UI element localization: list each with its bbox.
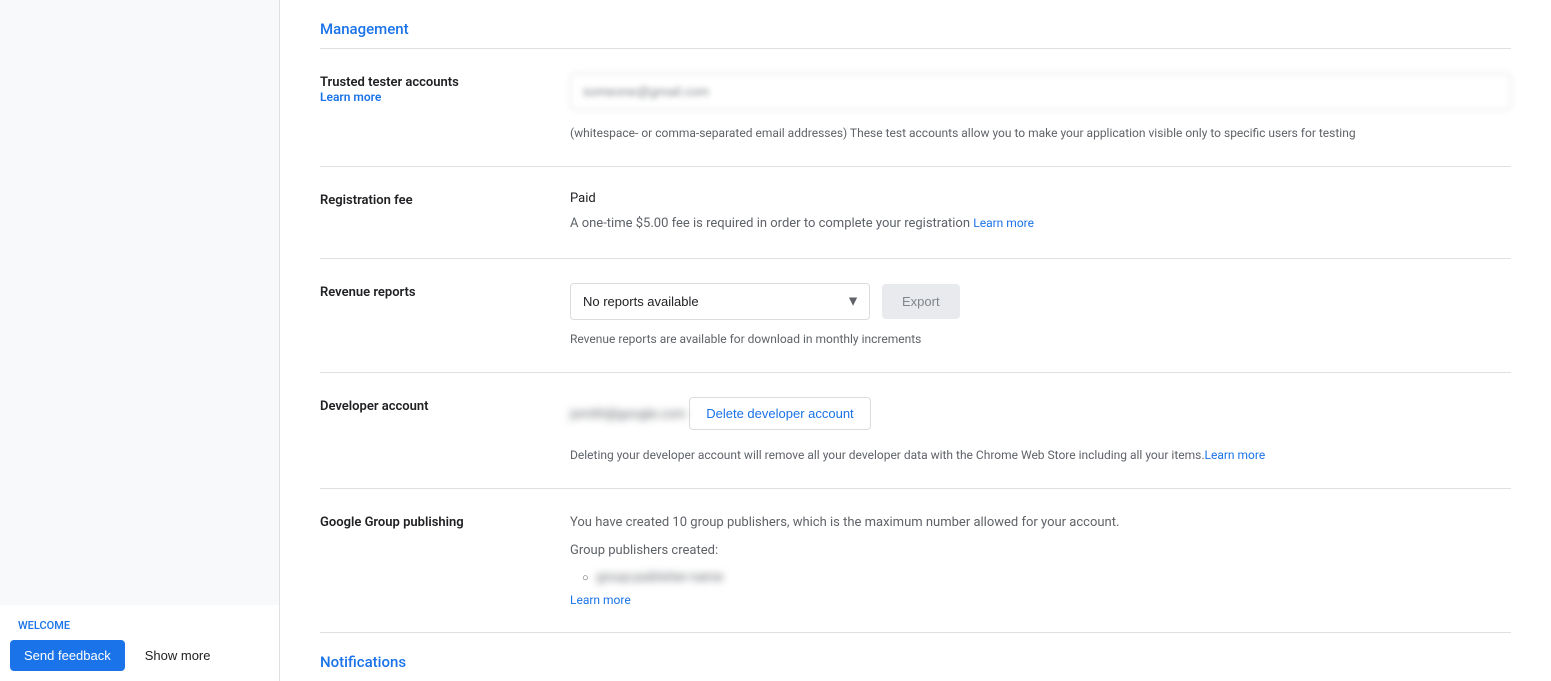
- revenue-reports-helper: Revenue reports are available for downlo…: [570, 330, 1511, 348]
- group-publishing-learn-more-link[interactable]: Learn more: [570, 593, 631, 607]
- group-publishing-description2: Group publishers created:: [570, 541, 1511, 562]
- management-section-title: Management: [320, 0, 1511, 49]
- revenue-reports-content: No reports available ▼ Export Revenue re…: [570, 283, 1511, 348]
- delete-developer-account-button[interactable]: Delete developer account: [689, 397, 870, 430]
- trusted-tester-content: (whitespace- or comma-separated email ad…: [570, 73, 1511, 142]
- trusted-tester-label: Trusted tester accounts Learn more: [320, 73, 570, 105]
- trusted-tester-row: Trusted tester accounts Learn more (whit…: [320, 49, 1511, 167]
- revenue-controls: No reports available ▼ Export: [570, 283, 1511, 320]
- welcome-label: WELCOME: [10, 615, 269, 636]
- registration-fee-learn-more-link[interactable]: Learn more: [973, 216, 1034, 230]
- main-content: Management Trusted tester accounts Learn…: [280, 0, 1551, 681]
- sidebar: WELCOME Send feedback Show more: [0, 0, 280, 681]
- send-feedback-button[interactable]: Send feedback: [10, 640, 125, 671]
- trusted-tester-helper: (whitespace- or comma-separated email ad…: [570, 124, 1511, 142]
- registration-fee-label: Registration fee: [320, 191, 570, 208]
- developer-account-learn-more-link[interactable]: Learn more: [1205, 448, 1266, 462]
- registration-fee-row: Registration fee Paid A one-time $5.00 f…: [320, 167, 1511, 259]
- revenue-reports-select[interactable]: No reports available: [570, 283, 870, 320]
- google-group-publishing-label: Google Group publishing: [320, 513, 570, 530]
- group-name-blurred: group-publisher-name: [597, 570, 723, 585]
- developer-account-description: Deleting your developer account will rem…: [570, 446, 1511, 464]
- google-group-publishing-row: Google Group publishing You have created…: [320, 489, 1511, 634]
- list-item: group-publisher-name: [582, 570, 1511, 585]
- registration-fee-content: Paid A one-time $5.00 fee is required in…: [570, 191, 1511, 234]
- show-more-button[interactable]: Show more: [131, 640, 225, 671]
- revenue-reports-row: Revenue reports No reports available ▼ E…: [320, 259, 1511, 373]
- trusted-tester-learn-more-link[interactable]: Learn more: [320, 90, 381, 104]
- revenue-reports-label: Revenue reports: [320, 283, 570, 300]
- developer-account-row: Developer account jsmith@google.com Dele…: [320, 373, 1511, 489]
- registration-fee-status: Paid: [570, 191, 1511, 206]
- sidebar-bottom-panel: WELCOME Send feedback Show more: [0, 605, 279, 681]
- registration-fee-description: A one-time $5.00 fee is required in orde…: [570, 214, 1511, 234]
- group-publishers-list: group-publisher-name: [582, 570, 1511, 585]
- developer-account-label: Developer account: [320, 397, 570, 414]
- developer-account-email: jsmith@google.com: [570, 407, 686, 422]
- sidebar-actions: Send feedback Show more: [10, 640, 269, 671]
- export-button[interactable]: Export: [882, 284, 960, 319]
- revenue-select-wrapper: No reports available ▼: [570, 283, 870, 320]
- notifications-section-title: Notifications: [320, 633, 1511, 681]
- group-publishing-description1: You have created 10 group publishers, wh…: [570, 513, 1511, 534]
- google-group-publishing-content: You have created 10 group publishers, wh…: [570, 513, 1511, 609]
- trusted-tester-input[interactable]: [570, 73, 1511, 110]
- developer-account-content: jsmith@google.com Delete developer accou…: [570, 397, 1511, 464]
